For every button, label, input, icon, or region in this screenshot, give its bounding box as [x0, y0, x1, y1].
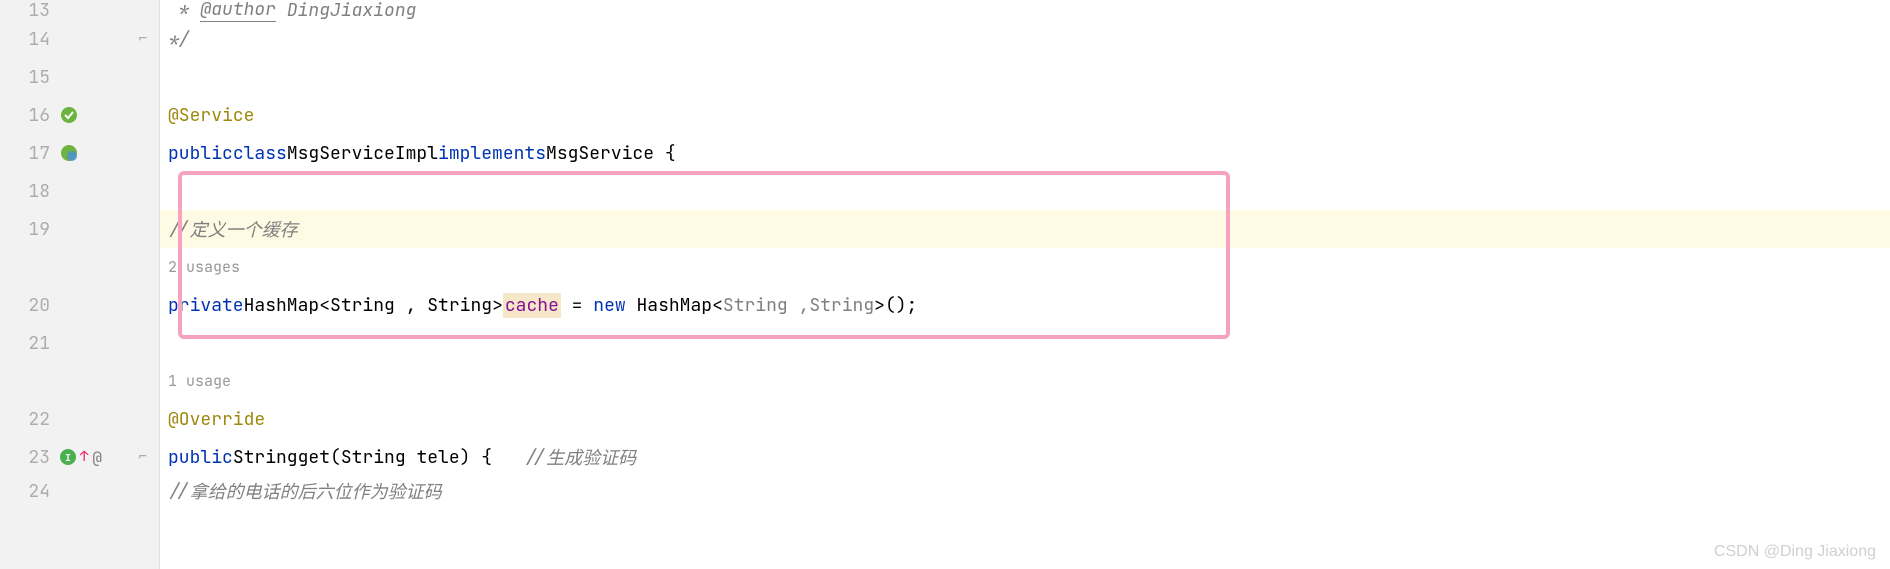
code-line[interactable]: //拿给的电话的后六位作为验证码: [160, 476, 1890, 506]
line-number: 21: [0, 332, 56, 355]
comment-slash: //: [168, 218, 190, 241]
angle-bracket: <: [712, 294, 723, 317]
code-line[interactable]: [160, 172, 1890, 210]
watermark: CSDN @Ding Jiaxiong: [1714, 543, 1876, 561]
type-hashmap: HashMap: [626, 294, 712, 317]
usages-hint[interactable]: 1 usage: [168, 371, 231, 391]
comment-text: 拿给的电话的后六位作为验证码: [190, 478, 442, 504]
keyword-class: class: [233, 142, 287, 165]
interface-name: MsgService: [546, 142, 654, 165]
code-line[interactable]: public class MsgServiceImpl implements M…: [160, 134, 1890, 172]
spring-component-icon[interactable]: [60, 144, 78, 162]
parens-semicolon: ();: [885, 294, 917, 317]
class-name: MsgServiceImpl: [287, 142, 438, 165]
line-number: 22: [0, 408, 56, 431]
code-line-current[interactable]: //定义一个缓存: [160, 210, 1890, 248]
code-line[interactable]: [160, 58, 1890, 96]
code-line[interactable]: * @author DingJiaxiong: [160, 0, 1890, 20]
angle-bracket: <: [319, 294, 330, 317]
field-cache: cache: [503, 293, 561, 318]
type-string: String: [427, 294, 492, 317]
gutter-row[interactable]: 16: [0, 96, 159, 134]
line-number: 13: [0, 0, 56, 22]
line-number: 20: [0, 294, 56, 317]
gutter: 13 14 ⌐ 15 16 17: [0, 0, 160, 569]
gutter-row[interactable]: 18: [0, 172, 159, 210]
gutter-row[interactable]: 13: [0, 0, 159, 20]
gutter-row[interactable]: 15: [0, 58, 159, 96]
comma: ,: [788, 294, 810, 317]
keyword-implements: implements: [438, 142, 546, 165]
usages-hint[interactable]: 2 usages: [168, 257, 240, 277]
line-number: 24: [0, 480, 56, 503]
gutter-row[interactable]: 20: [0, 286, 159, 324]
line-number: 23: [0, 446, 56, 469]
code-line[interactable]: @Service: [160, 96, 1890, 134]
code-line[interactable]: private HashMap<String , String> cache =…: [160, 286, 1890, 324]
code-editor: 13 14 ⌐ 15 16 17: [0, 0, 1890, 569]
brace: {: [470, 446, 492, 469]
gutter-row[interactable]: 22: [0, 400, 159, 438]
comment-slash: //: [492, 446, 546, 469]
equals: =: [561, 294, 593, 317]
fold-start-icon[interactable]: ⌐: [139, 448, 147, 466]
brace: {: [654, 142, 676, 165]
code-line[interactable]: @Override: [160, 400, 1890, 438]
annotation-service: @Service: [168, 104, 254, 127]
annotation-override: @Override: [168, 408, 265, 431]
gutter-row[interactable]: [0, 362, 159, 400]
line-number: 18: [0, 180, 56, 203]
at-icon: @: [92, 447, 102, 468]
gutter-row[interactable]: [0, 248, 159, 286]
comment-end: */: [168, 28, 190, 51]
gutter-row[interactable]: 14 ⌐: [0, 20, 159, 58]
gutter-row[interactable]: 21: [0, 324, 159, 362]
code-line-hint[interactable]: 1 usage: [160, 362, 1890, 400]
comment-slash: //: [168, 480, 190, 503]
line-number: 19: [0, 218, 56, 241]
line-number: 17: [0, 142, 56, 165]
param-type: String: [341, 446, 406, 469]
line-number: 14: [0, 28, 56, 51]
paren: (: [330, 446, 341, 469]
comment-text: 定义一个缓存: [190, 216, 298, 242]
line-number: 15: [0, 66, 56, 89]
gutter-row[interactable]: 19: [0, 210, 159, 248]
code-line[interactable]: */: [160, 20, 1890, 58]
gutter-row[interactable]: 17: [0, 134, 159, 172]
type-hashmap: HashMap: [244, 294, 320, 317]
type-param: String: [809, 294, 874, 317]
implements-icon[interactable]: I: [60, 449, 76, 465]
spring-bean-icon[interactable]: [60, 106, 78, 124]
paren: ): [460, 446, 471, 469]
arrow-up-icon[interactable]: ↑: [80, 448, 88, 466]
keyword-public: public: [168, 446, 233, 469]
angle-bracket: >: [874, 294, 885, 317]
comma: ,: [395, 294, 427, 317]
keyword-private: private: [168, 294, 244, 317]
keyword-new: new: [593, 294, 625, 317]
code-line-hint[interactable]: 2 usages: [160, 248, 1890, 286]
type-string: String: [233, 446, 298, 469]
javadoc-author: DingJiaxiong: [287, 0, 417, 22]
code-line[interactable]: [160, 324, 1890, 362]
code-line[interactable]: public String get(String tele) { //生成验证码: [160, 438, 1890, 476]
param-name: tele: [406, 446, 460, 469]
keyword-public: public: [168, 142, 233, 165]
javadoc-tag: @author: [200, 0, 276, 22]
gutter-row[interactable]: 23 I ↑ @ ⌐: [0, 438, 159, 476]
comment-text: 生成验证码: [546, 444, 636, 470]
fold-end-icon[interactable]: ⌐: [139, 30, 147, 48]
line-number: 16: [0, 104, 56, 127]
type-param: String: [723, 294, 788, 317]
angle-bracket: >: [492, 294, 503, 317]
gutter-row[interactable]: 24: [0, 476, 159, 506]
code-area[interactable]: * @author DingJiaxiong */ @Service publi…: [160, 0, 1890, 569]
method-get: get: [298, 446, 330, 469]
type-string: String: [330, 294, 395, 317]
